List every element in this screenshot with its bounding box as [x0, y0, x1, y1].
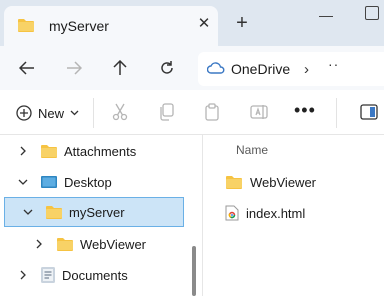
- toolbar-divider: [93, 98, 94, 128]
- tree-item-webviewer[interactable]: WebViewer: [32, 229, 146, 259]
- copy-icon: [160, 103, 174, 121]
- chevron-right-icon[interactable]: [16, 146, 30, 156]
- details-pane-icon: [360, 104, 378, 120]
- tab-title: myServer: [49, 18, 109, 34]
- copy-button[interactable]: [154, 100, 178, 124]
- list-item-index-html[interactable]: index.html: [225, 202, 305, 224]
- chevron-down-icon: [70, 110, 79, 116]
- address-bar[interactable]: OneDrive › ··: [198, 52, 384, 86]
- command-bar: New •••: [0, 90, 384, 135]
- documents-icon: [40, 266, 56, 284]
- folder-icon: [225, 175, 243, 189]
- new-button-label: New: [38, 105, 65, 121]
- details-pane-button[interactable]: [357, 100, 381, 124]
- navigation-bar: OneDrive › ··: [0, 46, 384, 90]
- chevron-right-icon[interactable]: [16, 270, 30, 280]
- paste-button[interactable]: [200, 100, 224, 124]
- arrow-right-icon: [67, 61, 82, 75]
- forward-button[interactable]: [60, 54, 88, 82]
- address-chevron-icon[interactable]: ›: [304, 61, 309, 78]
- tree-item-label: Documents: [62, 267, 128, 283]
- file-list: Name WebViewer index.html: [203, 135, 384, 296]
- file-name: index.html: [246, 205, 306, 221]
- navigation-pane: Attachments Desktop myServer WebViewer D…: [0, 135, 202, 296]
- tree-item-label: Desktop: [64, 174, 112, 190]
- minimize-button[interactable]: [319, 16, 333, 17]
- tree-item-label: WebViewer: [80, 236, 146, 252]
- maximize-button[interactable]: [365, 6, 379, 20]
- back-button[interactable]: [13, 54, 41, 82]
- folder-icon: [40, 144, 58, 158]
- more-options-button[interactable]: •••: [294, 100, 316, 120]
- navigation-pane-scrollbar[interactable]: [192, 246, 196, 296]
- refresh-button[interactable]: [153, 54, 181, 82]
- rename-icon: [250, 105, 268, 119]
- title-bar: myServer ✕ +: [0, 0, 384, 46]
- up-button[interactable]: [106, 54, 134, 82]
- new-button[interactable]: New: [16, 102, 79, 124]
- chevron-down-icon[interactable]: [21, 209, 35, 215]
- cut-button[interactable]: [108, 100, 132, 124]
- close-tab-icon[interactable]: ✕: [194, 14, 214, 34]
- refresh-icon: [161, 61, 173, 74]
- chevron-right-icon[interactable]: [32, 239, 46, 249]
- arrow-left-icon: [19, 61, 34, 75]
- chrome-html-icon: [225, 205, 239, 221]
- tree-item-attachments[interactable]: Attachments: [16, 136, 136, 166]
- desktop-icon: [40, 175, 58, 189]
- tree-item-myserver[interactable]: myServer: [4, 197, 184, 227]
- plus-circle-icon: [16, 105, 32, 121]
- tree-item-documents[interactable]: Documents: [16, 260, 128, 290]
- tree-item-label: myServer: [69, 204, 125, 220]
- file-name: WebViewer: [250, 174, 316, 190]
- chevron-down-icon[interactable]: [16, 179, 30, 185]
- clipboard-icon: [205, 103, 219, 121]
- toolbar-divider: [336, 98, 337, 128]
- address-overflow-button[interactable]: ··: [328, 56, 339, 72]
- column-header-name[interactable]: Name: [236, 143, 268, 157]
- tab-myserver[interactable]: myServer ✕: [4, 6, 218, 46]
- folder-icon: [45, 205, 63, 219]
- folder-icon: [56, 237, 74, 251]
- scissors-icon: [112, 103, 128, 121]
- address-location[interactable]: OneDrive: [231, 61, 290, 77]
- tree-item-label: Attachments: [64, 143, 137, 159]
- folder-icon: [17, 18, 35, 35]
- rename-button[interactable]: [247, 100, 271, 124]
- arrow-up-icon: [113, 60, 127, 75]
- new-tab-button[interactable]: +: [232, 13, 252, 33]
- tree-item-desktop[interactable]: Desktop: [16, 167, 112, 197]
- onedrive-cloud-icon: [206, 62, 225, 77]
- list-item-webviewer[interactable]: WebViewer: [225, 171, 316, 193]
